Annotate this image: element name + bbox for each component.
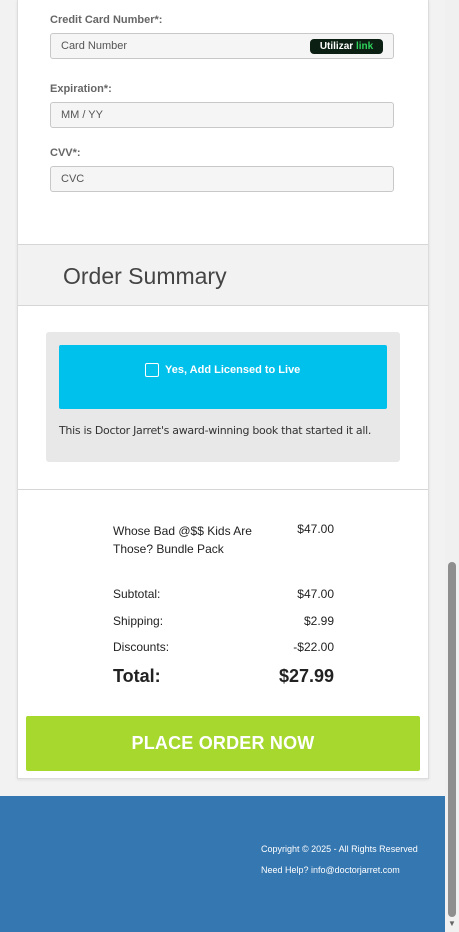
place-order-button[interactable]: PLACE ORDER NOW bbox=[26, 716, 420, 771]
card-number-label: Credit Card Number*: bbox=[50, 14, 163, 26]
link-pay-button[interactable]: Utilizar link bbox=[310, 39, 383, 54]
scrollbar-thumb[interactable] bbox=[448, 562, 456, 917]
footer-help-email[interactable]: Need Help? info@doctorjarret.com bbox=[261, 865, 400, 875]
cvv-input[interactable]: CVC bbox=[50, 166, 394, 192]
expiration-label: Expiration*: bbox=[50, 83, 112, 95]
offer-description: This is Doctor Jarret's award-winning bo… bbox=[59, 424, 372, 437]
scroll-down-arrow-icon[interactable]: ▼ bbox=[448, 920, 456, 928]
subtotal-label: Subtotal: bbox=[113, 587, 161, 601]
cvv-label: CVV*: bbox=[50, 147, 81, 159]
product-name: Whose Bad @$$ Kids Are Those? Bundle Pac… bbox=[113, 524, 252, 556]
discounts-label: Discounts: bbox=[113, 640, 170, 654]
card-number-placeholder: Card Number bbox=[61, 40, 128, 52]
card-number-input[interactable]: Card Number Utilizar link bbox=[50, 33, 394, 59]
order-summary-header: Order Summary bbox=[18, 244, 428, 306]
expiration-placeholder: MM / YY bbox=[61, 109, 103, 121]
add-licensed-to-live-button[interactable]: Yes, Add Licensed to Live bbox=[59, 345, 387, 409]
link-button-accent: link bbox=[355, 41, 374, 52]
product-price: $47.00 bbox=[297, 522, 334, 536]
total-label: Total: bbox=[113, 666, 161, 686]
total-value: $27.99 bbox=[278, 666, 334, 686]
order-summary-title: Order Summary bbox=[63, 263, 227, 289]
link-button-prefix: Utilizar bbox=[319, 41, 354, 52]
footer-copyright: Copyright © 2025 - All Rights Reserved bbox=[261, 844, 418, 854]
checkout-card: Credit Card Number*: Card Number Utiliza… bbox=[17, 0, 429, 779]
shipping-value: $2.99 bbox=[303, 614, 334, 628]
checkbox-icon[interactable] bbox=[145, 363, 159, 377]
summary-divider bbox=[18, 489, 428, 490]
upsell-offer-box: Yes, Add Licensed to Live This is Doctor… bbox=[46, 332, 400, 462]
page-scrollbar[interactable]: ▼ bbox=[445, 0, 459, 932]
checkout-page: Credit Card Number*: Card Number Utiliza… bbox=[0, 0, 445, 796]
cvv-placeholder: CVC bbox=[61, 173, 85, 185]
discounts-value: -$22.00 bbox=[293, 640, 334, 654]
footer: Copyright © 2025 - All Rights Reserved N… bbox=[0, 796, 445, 932]
shipping-label: Shipping: bbox=[113, 614, 164, 628]
subtotal-value: $47.00 bbox=[297, 587, 334, 601]
expiration-input[interactable]: MM / YY bbox=[50, 102, 394, 128]
offer-label: Yes, Add Licensed to Live bbox=[165, 364, 301, 376]
